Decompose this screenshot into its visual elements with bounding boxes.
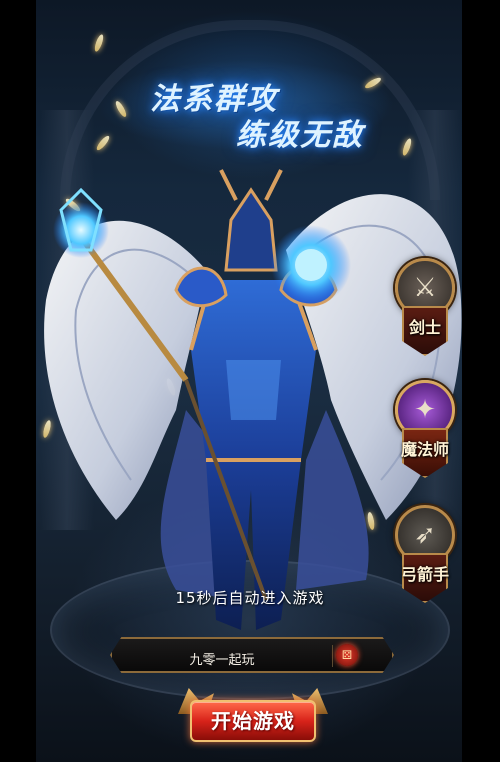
dice-icon[interactable]: ⚄ — [336, 644, 358, 666]
headline-line-2: 练级无敌 — [236, 118, 364, 153]
letterbox-left — [0, 0, 36, 762]
start-game-button[interactable]: 开始游戏 — [190, 700, 316, 742]
game-stage: 法系群攻 练级无敌 ⚔ 剑士 ✦ 魔法师 ➶ 弓箭手 15秒后自动进入游戏 九零… — [0, 0, 500, 762]
class-button-mage[interactable]: ✦ 魔法师 — [392, 380, 458, 490]
auto-enter-countdown: 15秒后自动进入游戏 — [175, 589, 325, 607]
letterbox-right — [462, 0, 500, 762]
class-label: 魔法师 — [400, 440, 449, 459]
character-name-value: 九零一起玩 — [189, 653, 255, 668]
name-field-divider — [332, 645, 333, 667]
class-label: 剑士 — [408, 318, 441, 337]
feather-particle — [93, 33, 105, 53]
class-label: 弓箭手 — [400, 565, 449, 584]
class-button-swordsman[interactable]: ⚔ 剑士 — [392, 258, 458, 368]
